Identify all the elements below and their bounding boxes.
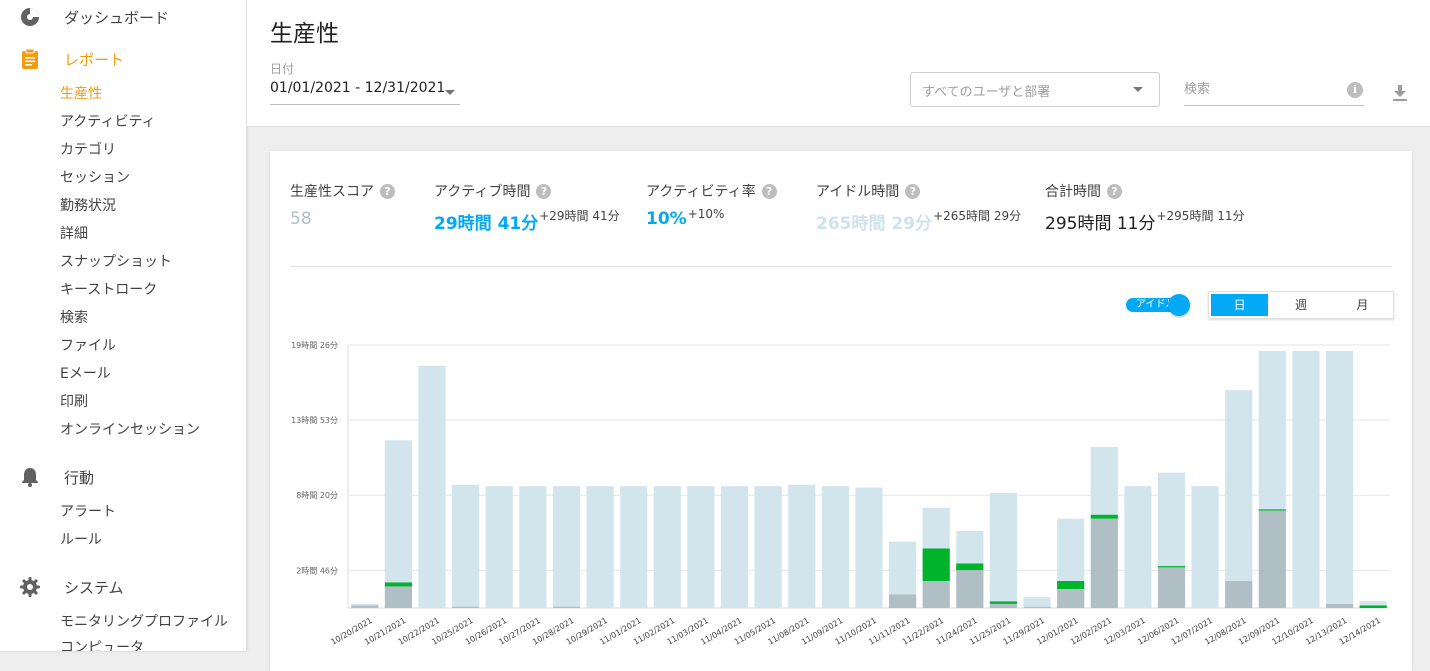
bar-productive <box>1359 605 1387 608</box>
bar-unproductive <box>1057 589 1085 608</box>
bar-unproductive <box>552 606 581 608</box>
bar-idle <box>956 530 984 564</box>
bar-idle <box>1326 350 1354 604</box>
bar-idle <box>1292 350 1320 608</box>
bar-unproductive <box>889 594 917 608</box>
bar-productive <box>1057 580 1085 589</box>
bar-idle <box>754 486 782 608</box>
bar-unproductive <box>1023 606 1051 608</box>
bar-idle <box>922 507 950 549</box>
bar-idle <box>552 486 581 607</box>
bar-unproductive <box>452 606 480 608</box>
bar-unproductive <box>384 586 412 608</box>
bar-idle <box>351 603 379 606</box>
bar-unproductive <box>1090 518 1118 608</box>
bar-productive <box>1258 509 1286 511</box>
bar-idle <box>1258 350 1286 510</box>
bar-idle <box>620 486 648 608</box>
bar-idle <box>1225 390 1253 581</box>
bar-idle <box>855 487 883 608</box>
bar-idle <box>485 486 513 608</box>
bar-idle <box>1057 518 1085 581</box>
bar-productive <box>989 601 1017 604</box>
bar-idle <box>1191 486 1219 608</box>
bar-unproductive <box>989 603 1017 608</box>
bar-productive <box>384 582 412 587</box>
bar-unproductive <box>1157 567 1186 608</box>
bar-idle <box>687 486 715 608</box>
bar-unproductive <box>956 570 984 608</box>
bar-idle <box>1090 447 1118 515</box>
bar-idle <box>586 486 614 608</box>
y-tick-label: 8時間 20分 <box>296 491 338 500</box>
bar-unproductive <box>922 580 950 608</box>
bar-idle <box>1124 486 1152 608</box>
bar-idle <box>1023 597 1051 607</box>
bar-idle <box>720 486 749 608</box>
bar-productive <box>956 563 984 571</box>
y-tick-label: 19時間 26分 <box>291 341 338 350</box>
productivity-chart: 2時間 46分8時間 20分13時間 53分19時間 26分10/20/2021… <box>291 341 1390 647</box>
bar-unproductive <box>1225 580 1253 608</box>
bar-idle <box>788 484 816 608</box>
bar-idle <box>653 486 681 608</box>
bar-idle <box>452 484 480 607</box>
bar-unproductive <box>351 605 379 608</box>
bar-productive <box>1157 566 1186 568</box>
y-tick-label: 13時間 53分 <box>291 416 338 425</box>
bar-idle <box>989 493 1017 602</box>
bar-unproductive <box>1326 603 1354 608</box>
bar-idle <box>384 440 412 583</box>
y-tick-label: 2時間 46分 <box>296 566 338 575</box>
bar-idle <box>1359 601 1387 606</box>
bar-idle <box>821 486 849 608</box>
bar-idle <box>418 365 446 608</box>
bar-productive <box>922 548 950 581</box>
bar-idle <box>1157 472 1186 567</box>
bar-unproductive <box>1258 510 1286 608</box>
bar-idle <box>889 541 917 595</box>
bar-idle <box>519 486 547 608</box>
bar-productive <box>1090 514 1118 519</box>
